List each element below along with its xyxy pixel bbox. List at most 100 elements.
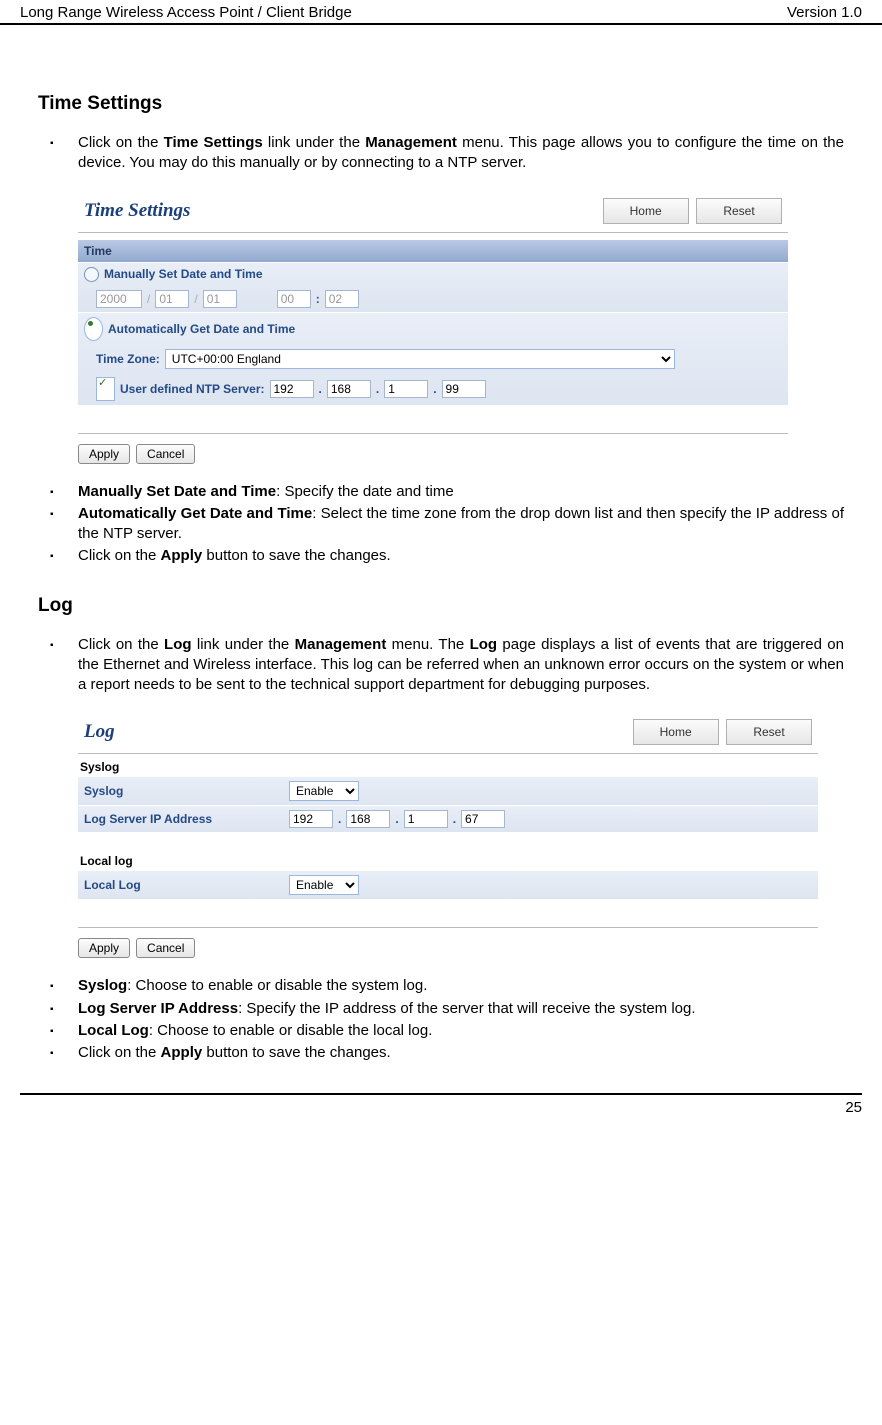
text: button to save the changes. xyxy=(202,547,390,564)
locallog-label: Local Log xyxy=(84,878,284,892)
divider xyxy=(78,232,788,233)
ntp-ip-a[interactable] xyxy=(270,380,314,398)
manual-label: Manually Set Date and Time xyxy=(104,267,263,281)
time-settings-intro: Click on the Time Settings link under th… xyxy=(78,133,844,174)
panel-header: Log Home Reset xyxy=(78,715,818,749)
reset-button[interactable]: Reset xyxy=(726,719,812,745)
bold-text: Manually Set Date and Time xyxy=(78,483,276,500)
ntp-label: User defined NTP Server: xyxy=(120,382,265,396)
log-ip-d[interactable] xyxy=(461,810,505,828)
log-ip-a[interactable] xyxy=(289,810,333,828)
cancel-button[interactable]: Cancel xyxy=(136,938,195,958)
log-post-list: Syslog: Choose to enable or disable the … xyxy=(38,976,844,1063)
home-button[interactable]: Home xyxy=(603,198,689,224)
log-intro: Click on the Log link under the Manageme… xyxy=(78,635,844,696)
bold-text: Management xyxy=(365,134,457,151)
log-ip-c[interactable] xyxy=(404,810,448,828)
bold-text: Automatically Get Date and Time xyxy=(78,505,312,522)
text: Click on the xyxy=(78,547,161,564)
syslog-label: Syslog xyxy=(84,784,284,798)
button-row: Apply Cancel xyxy=(78,434,788,464)
locallog-row: Local Log Enable xyxy=(78,870,818,899)
panel-header: Time Settings Home Reset xyxy=(78,194,788,228)
locallog-select[interactable]: Enable xyxy=(289,875,359,895)
manual-radio[interactable] xyxy=(84,267,99,282)
panel-title: Log xyxy=(80,721,115,743)
list-item: Syslog: Choose to enable or disable the … xyxy=(78,976,844,996)
time-panel: Time Settings Home Reset Time Manually S… xyxy=(78,194,788,464)
cancel-button[interactable]: Cancel xyxy=(136,444,195,464)
panel-nav: Home Reset xyxy=(629,719,812,745)
minute-input[interactable] xyxy=(325,290,359,308)
list-item: Automatically Get Date and Time: Select … xyxy=(78,504,844,545)
text: Click on the xyxy=(78,1044,161,1061)
text: : Choose to enable or disable the local … xyxy=(149,1022,433,1039)
logserver-row: Log Server IP Address . . . xyxy=(78,805,818,832)
bold-text: Log xyxy=(470,636,498,653)
text: link under the xyxy=(192,636,295,653)
header-left: Long Range Wireless Access Point / Clien… xyxy=(20,4,352,21)
syslog-select[interactable]: Enable xyxy=(289,781,359,801)
ntp-ip-d[interactable] xyxy=(442,380,486,398)
locallog-section-label: Local log xyxy=(78,848,818,870)
time-section-bar: Time xyxy=(78,239,788,262)
slash: / xyxy=(147,292,150,306)
log-screenshot: Log Home Reset Syslog Syslog Enable Log … xyxy=(78,715,844,958)
bold-text: Log xyxy=(164,636,192,653)
timezone-label: Time Zone: xyxy=(96,352,160,366)
year-input[interactable] xyxy=(96,290,142,308)
home-button[interactable]: Home xyxy=(633,719,719,745)
list-item: Local Log: Choose to enable or disable t… xyxy=(78,1021,844,1041)
header-right: Version 1.0 xyxy=(787,4,862,21)
log-intro-list: Click on the Log link under the Manageme… xyxy=(38,635,844,696)
text: Click on the xyxy=(78,636,164,653)
page-number: 25 xyxy=(845,1099,862,1116)
reset-button[interactable]: Reset xyxy=(696,198,782,224)
text: link under the xyxy=(263,134,366,151)
month-input[interactable] xyxy=(155,290,189,308)
bold-text: Time Settings xyxy=(164,134,263,151)
auto-row: Automatically Get Date and Time Time Zon… xyxy=(78,312,788,405)
apply-button[interactable]: Apply xyxy=(78,444,130,464)
log-panel: Log Home Reset Syslog Syslog Enable Log … xyxy=(78,715,818,958)
page-header: Long Range Wireless Access Point / Clien… xyxy=(0,0,882,25)
list-item: Log Server IP Address: Specify the IP ad… xyxy=(78,999,844,1019)
bold-text: Apply xyxy=(161,547,203,564)
page-footer: 25 xyxy=(20,1093,862,1126)
ntp-checkbox[interactable] xyxy=(96,377,115,401)
time-settings-screenshot: Time Settings Home Reset Time Manually S… xyxy=(78,194,844,464)
day-input[interactable] xyxy=(203,290,237,308)
colon: : xyxy=(316,292,320,306)
ntp-ip-b[interactable] xyxy=(327,380,371,398)
manual-inputs: / / : xyxy=(78,286,788,312)
time-settings-heading: Time Settings xyxy=(38,93,844,115)
ntp-ip-c[interactable] xyxy=(384,380,428,398)
bold-text: Management xyxy=(295,636,387,653)
page-body: Time Settings Click on the Time Settings… xyxy=(0,25,882,1063)
text: menu. The xyxy=(386,636,469,653)
timezone-select[interactable]: UTC+00:00 England xyxy=(165,349,675,369)
text: button to save the changes. xyxy=(202,1044,390,1061)
text: Click on the xyxy=(78,134,164,151)
bold-text: Syslog xyxy=(78,977,127,994)
text: : Choose to enable or disable the system… xyxy=(127,977,427,994)
auto-label: Automatically Get Date and Time xyxy=(108,322,295,336)
syslog-section-label: Syslog xyxy=(78,754,818,776)
slash: / xyxy=(194,292,197,306)
hour-input[interactable] xyxy=(277,290,311,308)
time-settings-intro-list: Click on the Time Settings link under th… xyxy=(38,133,844,174)
time-settings-post-list: Manually Set Date and Time: Specify the … xyxy=(38,482,844,567)
list-item: Click on the Apply button to save the ch… xyxy=(78,1043,844,1063)
logserver-label: Log Server IP Address xyxy=(84,812,284,826)
syslog-row: Syslog Enable xyxy=(78,776,818,805)
bold-text: Log Server IP Address xyxy=(78,1000,238,1017)
panel-nav: Home Reset xyxy=(599,198,782,224)
text: : Specify the IP address of the server t… xyxy=(238,1000,695,1017)
apply-button[interactable]: Apply xyxy=(78,938,130,958)
log-ip-b[interactable] xyxy=(346,810,390,828)
list-item: Click on the Apply button to save the ch… xyxy=(78,546,844,566)
bold-text: Apply xyxy=(161,1044,203,1061)
text: : Specify the date and time xyxy=(276,483,454,500)
button-row: Apply Cancel xyxy=(78,928,818,958)
auto-radio[interactable] xyxy=(84,317,103,341)
